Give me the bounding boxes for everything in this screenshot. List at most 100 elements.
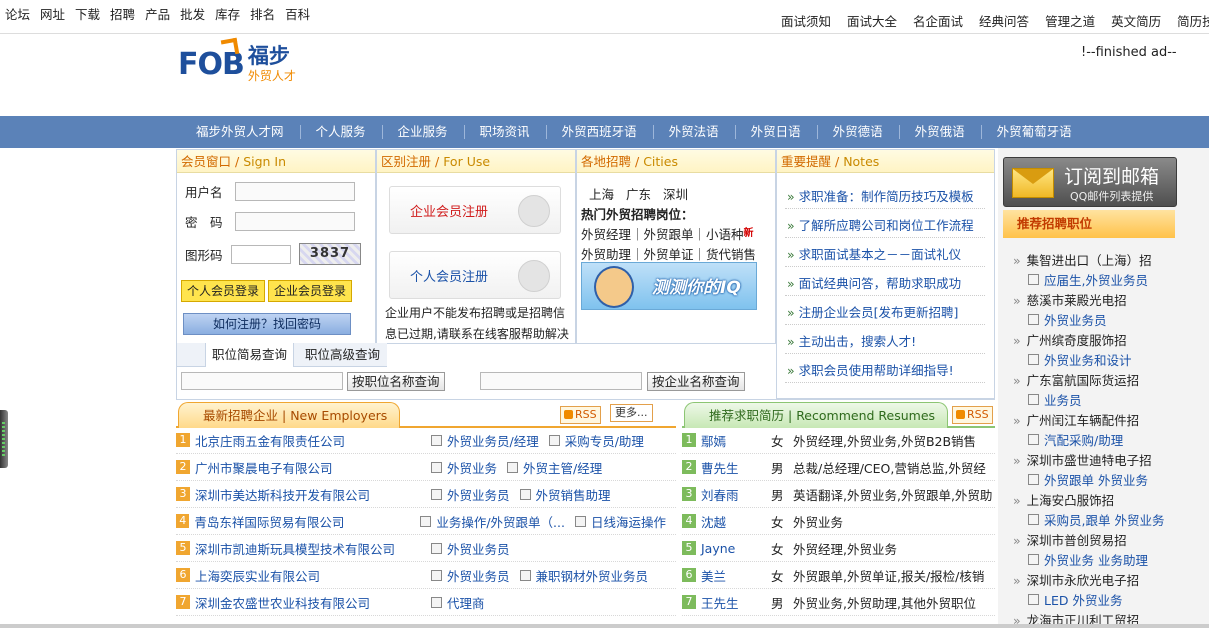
employers-more-button[interactable]: 更多... [610, 404, 653, 422]
top-link[interactable]: 下载 [75, 4, 100, 23]
job-link[interactable]: 外贸业务员 [431, 566, 510, 585]
city-link[interactable]: 上海 [589, 184, 614, 203]
candidate-link[interactable]: 王先生 [701, 593, 771, 612]
recommended-company[interactable]: 广东富航国际货运招 [1013, 370, 1140, 389]
company-link[interactable]: 深圳市美达斯科技开发有限公司 [195, 485, 431, 504]
recommended-job-link[interactable]: 外贸跟单 外贸业务 [1028, 470, 1148, 489]
register-help-button[interactable]: 如何注册？找回密码 [183, 313, 351, 335]
hot-jobs-line-2[interactable]: 外贸助理｜外贸单证｜货代销售 [581, 244, 756, 263]
employers-rss-button[interactable]: RSS [560, 406, 601, 424]
recommended-company[interactable]: 集智进出口（上海）招 [1013, 250, 1152, 269]
personal-login-button[interactable]: 个人会员登录 [181, 280, 266, 302]
top-right-link[interactable]: 简历技巧 [1177, 11, 1209, 30]
top-right-link[interactable]: 英文简历 [1111, 11, 1161, 30]
candidate-link[interactable]: 鄢嫣 [701, 431, 771, 450]
username-input[interactable] [235, 182, 355, 201]
recommended-job-link[interactable]: LED 外贸业务 [1028, 590, 1122, 609]
top-right-link[interactable]: 名企面试 [913, 11, 963, 30]
job-link[interactable]: 外贸业务员 [431, 539, 510, 558]
top-link[interactable]: 网址 [40, 4, 65, 23]
nav-item[interactable]: 职场资讯 [463, 116, 546, 148]
recommended-job-link[interactable]: 外贸业务和设计 [1028, 350, 1132, 369]
company-link[interactable]: 深圳市凯迪斯玩具模型技术有限公司 [195, 539, 431, 558]
company-link[interactable]: 深圳金农盛世农业科技有限公司 [195, 593, 431, 612]
city-link[interactable]: 广东 [626, 184, 651, 203]
city-link[interactable]: 深圳 [663, 184, 688, 203]
subscribe-email-banner[interactable]: 订阅到邮箱 QQ邮件列表提供 [1003, 157, 1177, 207]
recommended-job-link[interactable]: 外贸业务 业务助理 [1028, 550, 1148, 569]
hot-jobs-line-1[interactable]: 外贸经理｜外贸跟单｜小语种新 [581, 224, 754, 243]
job-link[interactable]: 代理商 [431, 593, 485, 612]
job-link[interactable]: 采购专员/助理 [549, 431, 644, 450]
recommended-company[interactable]: 上海安凸服饰招 [1013, 490, 1115, 509]
nav-item[interactable]: 个人服务 [299, 116, 382, 148]
job-link[interactable]: 外贸业务员 [431, 485, 510, 504]
company-name-input[interactable] [480, 372, 642, 390]
captcha-image[interactable]: 3837 [299, 243, 361, 265]
top-link[interactable]: 排名 [250, 4, 275, 23]
horizontal-scrollbar[interactable] [0, 624, 1209, 628]
recommended-company[interactable]: 深圳市盛世迪特电子招 [1013, 450, 1152, 469]
candidate-link[interactable]: 曹先生 [701, 458, 771, 477]
nav-item[interactable]: 外贸日语 [734, 116, 817, 148]
recommended-company[interactable]: 深圳市普创贸易招 [1013, 530, 1127, 549]
recommended-company[interactable]: 广州闰江车辆配件招 [1013, 410, 1140, 429]
recommended-job-link[interactable]: 应届生,外贸业务员 [1028, 270, 1148, 289]
top-link[interactable]: 产品 [145, 4, 170, 23]
nav-item[interactable]: 福步外贸人才网 [180, 116, 300, 148]
iq-test-banner[interactable]: 测测你的IQ [581, 262, 757, 310]
candidate-link[interactable]: 刘春雨 [701, 485, 771, 504]
resumes-title[interactable]: 推荐求职简历 | Recommend Resumes [684, 402, 949, 428]
job-link[interactable]: 外贸业务员/经理 [431, 431, 539, 450]
note-item[interactable]: 求职准备：制作简历技巧及模板 [787, 186, 974, 205]
top-link[interactable]: 批发 [180, 4, 205, 23]
top-right-link[interactable]: 面试大全 [847, 11, 897, 30]
recommended-company[interactable]: 深圳市永欣光电子招 [1013, 570, 1140, 589]
company-register-button[interactable]: 企业会员注册 [389, 186, 561, 234]
recommended-job-link[interactable]: 汽配采购/助理 [1028, 430, 1123, 449]
nav-item[interactable]: 外贸俄语 [898, 116, 981, 148]
recommended-job-link[interactable]: 外贸业务员 [1028, 310, 1107, 329]
top-link[interactable]: 招聘 [110, 4, 135, 23]
note-item[interactable]: 求职面试基本之－－面试礼仪 [787, 244, 962, 263]
company-link[interactable]: 上海奕辰实业有限公司 [195, 566, 431, 585]
search-by-company-button[interactable]: 按企业名称查询 [647, 372, 745, 391]
employers-title[interactable]: 最新招聘企业 | New Employers [178, 402, 401, 428]
captcha-input[interactable] [231, 244, 291, 264]
job-link[interactable]: 业务操作/外贸跟单（... [420, 512, 565, 531]
company-link[interactable]: 广州市聚晨电子有限公司 [195, 458, 431, 477]
note-item[interactable]: 了解所应聘公司和岗位工作流程 [787, 215, 974, 234]
search-by-job-button[interactable]: 按职位名称查询 [347, 372, 445, 391]
candidate-link[interactable]: Jayne [701, 541, 771, 556]
company-link[interactable]: 北京庄雨五金有限责任公司 [195, 431, 431, 450]
tab-advanced-search[interactable]: 职位高级查询 [299, 343, 386, 367]
top-link[interactable]: 百科 [285, 4, 310, 23]
candidate-link[interactable]: 沈越 [701, 512, 771, 531]
job-link[interactable]: 外贸销售助理 [520, 485, 611, 504]
nav-item[interactable]: 外贸德语 [816, 116, 899, 148]
note-item[interactable]: 注册企业会员[发布更新招聘] [787, 302, 959, 321]
recommended-company[interactable]: 广州缤奇度服饰招 [1013, 330, 1127, 349]
top-link[interactable]: 库存 [215, 4, 240, 23]
company-login-button[interactable]: 企业会员登录 [268, 280, 353, 302]
tab-simple-search[interactable]: 职位简易查询 [205, 343, 295, 367]
job-link[interactable]: 日线海运操作 [575, 512, 666, 531]
personal-register-button[interactable]: 个人会员注册 [389, 251, 561, 299]
nav-item[interactable]: 外贸法语 [652, 116, 735, 148]
recommended-company[interactable]: 慈溪市莱殿光电招 [1013, 290, 1127, 309]
nav-item[interactable]: 企业服务 [381, 116, 464, 148]
top-right-link[interactable]: 面试须知 [781, 11, 831, 30]
site-logo[interactable]: FOB 福步 外贸人才 [178, 37, 296, 82]
side-widget-handle[interactable] [0, 410, 8, 468]
nav-item[interactable]: 外贸西班牙语 [545, 116, 653, 148]
candidate-link[interactable]: 美兰 [701, 566, 771, 585]
resumes-rss-button[interactable]: RSS [952, 406, 993, 424]
recommended-job-link[interactable]: 采购员,跟单 外贸业务 [1028, 510, 1164, 529]
top-right-link[interactable]: 经典问答 [979, 11, 1029, 30]
job-link[interactable]: 外贸业务 [431, 458, 497, 477]
nav-item[interactable]: 外贸葡萄牙语 [980, 116, 1088, 148]
job-name-input[interactable] [181, 372, 343, 390]
job-link[interactable]: 外贸主管/经理 [507, 458, 602, 477]
company-link[interactable]: 青岛东祥国际贸易有限公司 [194, 512, 420, 531]
note-item[interactable]: 面试经典问答，帮助求职成功 [787, 273, 962, 292]
